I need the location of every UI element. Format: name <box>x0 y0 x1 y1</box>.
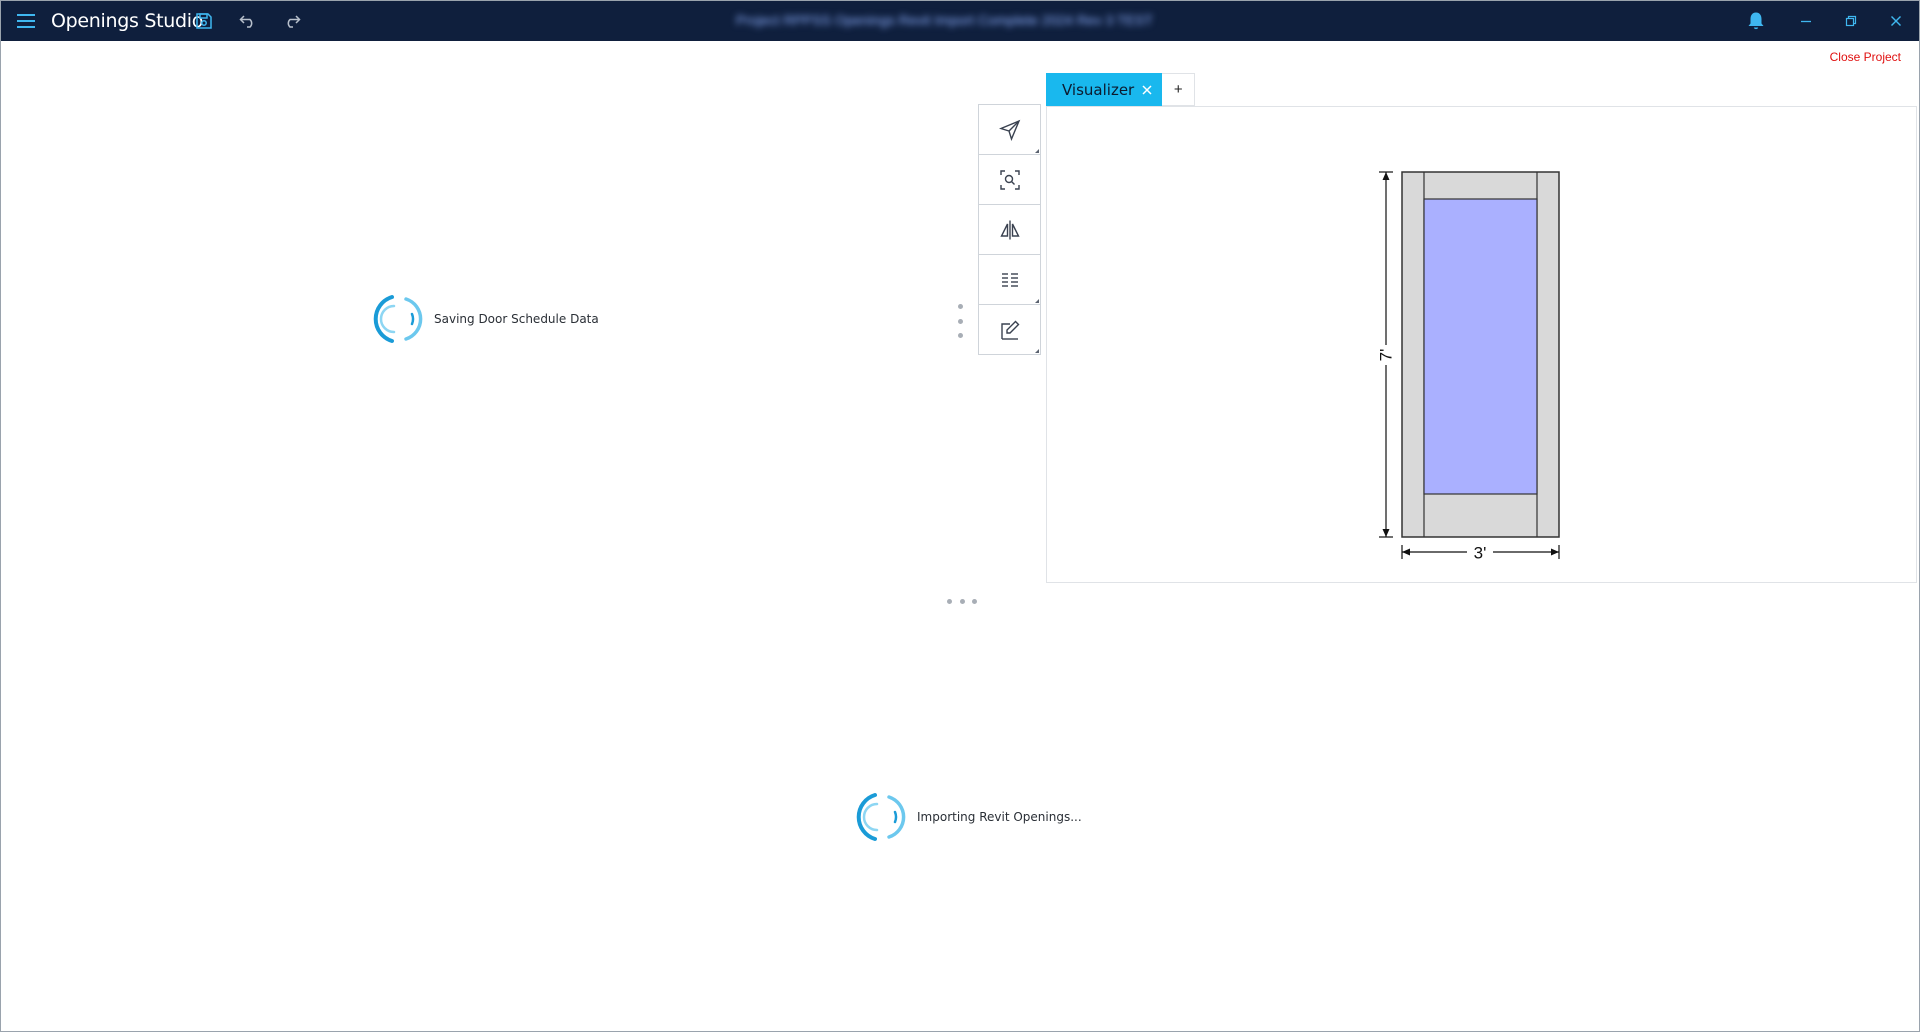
minimize-icon[interactable] <box>1791 1 1821 41</box>
edit-tool-button[interactable] <box>979 305 1040 354</box>
select-tool-button[interactable] <box>979 105 1040 155</box>
close-project-link[interactable]: Close Project <box>1830 50 1901 64</box>
zoom-fit-tool-button[interactable] <box>979 155 1040 205</box>
import-loader: Importing Revit Openings... <box>855 790 1082 844</box>
close-icon[interactable] <box>1140 83 1154 97</box>
list-tool-button[interactable] <box>979 255 1040 305</box>
save-icon[interactable] <box>191 1 217 41</box>
width-dimension-label: 3' <box>1474 544 1487 563</box>
redo-icon[interactable] <box>279 1 305 41</box>
height-dimension-label: 7' <box>1377 349 1396 362</box>
add-tab-button[interactable]: + <box>1162 73 1196 106</box>
vertical-splitter-handle[interactable] <box>956 304 964 338</box>
tab-visualizer[interactable]: Visualizer <box>1046 73 1163 106</box>
title-bar: Openings Studio Project RPPSS Openings R… <box>1 1 1919 41</box>
tab-visualizer-label: Visualizer <box>1062 80 1135 99</box>
loading-spinner-icon <box>373 295 423 343</box>
visualizer-panel: 7' 3' <box>1046 106 1917 583</box>
undo-icon[interactable] <box>235 1 261 41</box>
app-title: Openings Studio <box>51 10 204 32</box>
door-glass-panel <box>1423 198 1538 495</box>
navigation-arrow-icon <box>998 119 1020 141</box>
visualizer-toolbar <box>978 104 1041 355</box>
schedule-loader: Saving Door Schedule Data <box>372 292 599 346</box>
mirror-flip-icon <box>999 220 1020 239</box>
import-loader-message: Importing Revit Openings... <box>917 810 1082 824</box>
schedule-loader-message: Saving Door Schedule Data <box>434 312 599 326</box>
zoom-search-icon <box>999 169 1020 190</box>
close-icon[interactable] <box>1881 1 1911 41</box>
visualizer-tab-bar: Visualizer + <box>1046 73 1196 106</box>
edit-pencil-icon <box>1000 320 1019 340</box>
bell-icon[interactable] <box>1743 1 1769 41</box>
horizontal-splitter-handle[interactable] <box>947 597 977 605</box>
app-window: Openings Studio Project RPPSS Openings R… <box>0 0 1920 1032</box>
loading-spinner-icon <box>856 793 906 841</box>
mirror-tool-button[interactable] <box>979 205 1040 255</box>
project-name: Project RPPSS Openings Revit Import Comp… <box>736 12 1153 28</box>
hamburger-menu-icon[interactable] <box>13 1 39 41</box>
door-elevation-drawing: 7' 3' <box>1377 171 1560 563</box>
list-icon <box>1001 272 1018 287</box>
restore-icon[interactable] <box>1836 1 1866 41</box>
